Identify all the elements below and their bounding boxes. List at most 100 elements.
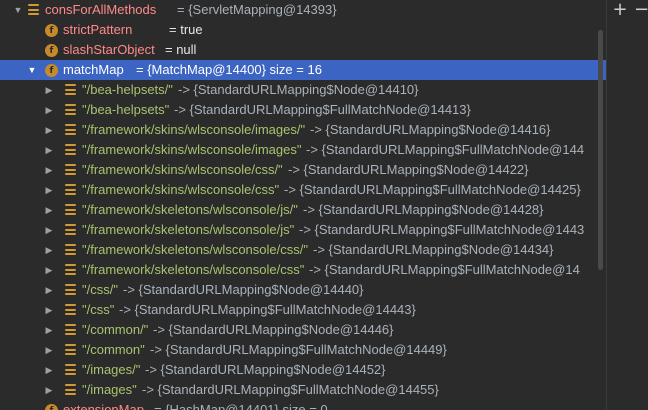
collapsed-chevron-icon[interactable]: ▶ [44,225,54,235]
remove-watch-button[interactable]: − [634,1,648,19]
collapsed-chevron-icon[interactable]: ▶ [44,345,54,355]
map-entry-value: -> {StandardURLMapping$Node@14440} [123,282,364,297]
collapsed-chevron-icon[interactable]: ▶ [44,245,54,255]
watches-toolbar [606,0,648,410]
map-entry-key: "/images/" [82,362,141,377]
collapsed-chevron-icon[interactable]: ▶ [44,285,54,295]
map-entry-key: "/common/" [82,322,149,337]
collapsed-chevron-icon[interactable]: ▶ [44,385,54,395]
map-entry-row[interactable]: ▶ "/css/" -> {StandardURLMapping$Node@1444… [0,280,606,300]
map-entry-value: -> {StandardURLMapping$Node@14452} [145,362,386,377]
map-entry-icon [65,224,76,235]
map-entry-row[interactable]: ▶ "/css" -> {StandardURLMapping$FullMatchN… [0,300,606,320]
map-entry-value: -> {StandardURLMapping$FullMatchNode@144… [299,222,585,237]
collapsed-chevron-icon[interactable]: ▶ [44,185,54,195]
variables-tree: ▼ consForAllMethods = {ServletMapping@14… [0,0,606,410]
map-entry-value: -> {StandardURLMapping$FullMatchNode@144… [174,102,471,117]
map-entry-row[interactable]: ▶ "/bea-helpsets/" -> {StandardURLMapping$… [0,80,606,100]
map-entry-key: "/framework/skins/wlsconsole/images" [82,142,302,157]
map-entry-key: "/css" [82,302,115,317]
map-entry-row[interactable]: ▶ "/images/" -> {StandardURLMapping$Node@1… [0,360,606,380]
collapsed-chevron-icon[interactable]: ▶ [44,265,54,275]
map-entry-key: "/framework/skeletons/wlsconsole/css/" [82,242,308,257]
map-entry-row[interactable]: ▶ "/framework/skins/wlsconsole/images/" ->… [0,120,606,140]
map-entry-icon [65,204,76,215]
field-value: = true [169,22,203,37]
collapsed-chevron-icon[interactable]: ▶ [44,305,54,315]
map-entry-icon [65,144,76,155]
field-name: slashStarObject [63,42,155,57]
map-entry-key: "/framework/skeletons/wlsconsole/css" [82,262,305,277]
field-name: matchMap [63,62,124,77]
field-value: = {MatchMap@14400} size = 16 [136,62,322,77]
map-entry-key: "/framework/skeletons/wlsconsole/js/" [82,202,298,217]
map-entry-value: -> {StandardURLMapping$Node@14434} [313,242,554,257]
tree-row-matchMap[interactable]: ▼ f matchMap = {MatchMap@14400} size = 1… [0,60,606,80]
map-entry-key: "/css/" [82,282,118,297]
tree-row-consForAllMethods[interactable]: ▼ consForAllMethods = {ServletMapping@14… [0,0,606,20]
field-name: consForAllMethods [45,2,157,17]
map-entry-row[interactable]: ▶ "/common/" -> {StandardURLMapping$Node@1… [0,320,606,340]
map-entry-icon [65,244,76,255]
map-entry-row[interactable]: ▶ "/framework/skeletons/wlsconsole/css" ->… [0,260,606,280]
tree-row-strictPattern[interactable]: f strictPattern = true [0,20,606,40]
field-icon: f [45,64,58,77]
map-entry-row[interactable]: ▶ "/bea-helpsets" -> {StandardURLMapping$F… [0,100,606,120]
map-entry-row[interactable]: ▶ "/framework/skeletons/wlsconsole/css/" -… [0,240,606,260]
map-entry-icon [65,324,76,335]
tree-row-extensionMap[interactable]: f extensionMap = {HashMap@14401} size = … [0,400,606,410]
collapsed-chevron-icon[interactable]: ▶ [44,165,54,175]
vertical-scrollbar-thumb[interactable] [598,30,603,270]
map-entry-row[interactable]: ▶ "/framework/skeletons/wlsconsole/js" -> … [0,220,606,240]
map-entry-key: "/bea-helpsets/" [82,82,173,97]
collapsed-chevron-icon[interactable]: ▶ [44,105,54,115]
collapsed-chevron-icon[interactable]: ▶ [44,325,54,335]
field-value: = {HashMap@14401} size = 0 [154,402,328,410]
map-entry-icon [65,184,76,195]
collapsed-chevron-icon[interactable]: ▶ [44,85,54,95]
collapsed-chevron-icon[interactable]: ▶ [44,365,54,375]
map-entry-value: -> {StandardURLMapping$Node@14446} [153,322,394,337]
map-entry-icon [65,264,76,275]
field-name: extensionMap [63,402,144,410]
list-icon [28,4,39,15]
map-entry-key: "/bea-helpsets" [82,102,170,117]
map-entry-icon [65,364,76,375]
map-entry-icon [65,104,76,115]
map-entry-icon [65,304,76,315]
field-value: = null [165,42,197,57]
map-entry-key: "/framework/skins/wlsconsole/images/" [82,122,306,137]
collapsed-chevron-icon[interactable]: ▶ [44,125,54,135]
map-entry-icon [65,164,76,175]
map-entry-row[interactable]: ▶ "/images" -> {StandardURLMapping$FullMat… [0,380,606,400]
expanded-chevron-icon[interactable]: ▼ [13,5,23,15]
map-entry-value: -> {StandardURLMapping$FullMatchNode@144… [142,382,439,397]
map-entry-value: -> {StandardURLMapping$FullMatchNode@14 [309,262,580,277]
tree-row-slashStarObject[interactable]: f slashStarObject = null [0,40,606,60]
add-watch-button[interactable]: + [612,1,628,19]
map-entry-icon [65,84,76,95]
map-entry-value: -> {StandardURLMapping$Node@14410} [178,82,419,97]
map-entry-row[interactable]: ▶ "/framework/skins/wlsconsole/css/" -> {S… [0,160,606,180]
map-entry-value: -> {StandardURLMapping$Node@14422} [288,162,529,177]
map-entry-icon [65,344,76,355]
map-entry-value: -> {StandardURLMapping$FullMatchNode@144… [284,182,581,197]
expanded-chevron-icon[interactable]: ▼ [27,65,37,75]
map-entry-row[interactable]: ▶ "/common" -> {StandardURLMapping$FullMat… [0,340,606,360]
map-entry-key: "/images" [82,382,137,397]
map-entry-row[interactable]: ▶ "/framework/skins/wlsconsole/css" -> {St… [0,180,606,200]
field-icon: f [45,44,58,57]
map-entry-key: "/framework/skeletons/wlsconsole/js" [82,222,295,237]
collapsed-chevron-icon[interactable]: ▶ [44,205,54,215]
map-entry-key: "/framework/skins/wlsconsole/css/" [82,162,283,177]
map-entry-row[interactable]: ▶ "/framework/skeletons/wlsconsole/js/" ->… [0,200,606,220]
collapsed-chevron-icon[interactable]: ▶ [44,145,54,155]
map-entry-value: -> {StandardURLMapping$FullMatchNode@144… [119,302,416,317]
map-entry-row[interactable]: ▶ "/framework/skins/wlsconsole/images" -> … [0,140,606,160]
field-value: = {ServletMapping@14393} [177,2,337,17]
map-entry-icon [65,124,76,135]
map-entry-value: -> {StandardURLMapping$FullMatchNode@144 [306,142,585,157]
map-entry-value: -> {StandardURLMapping$Node@14416} [310,122,551,137]
map-entry-key: "/common" [82,342,145,357]
map-entry-value: -> {StandardURLMapping$Node@14428} [303,202,544,217]
